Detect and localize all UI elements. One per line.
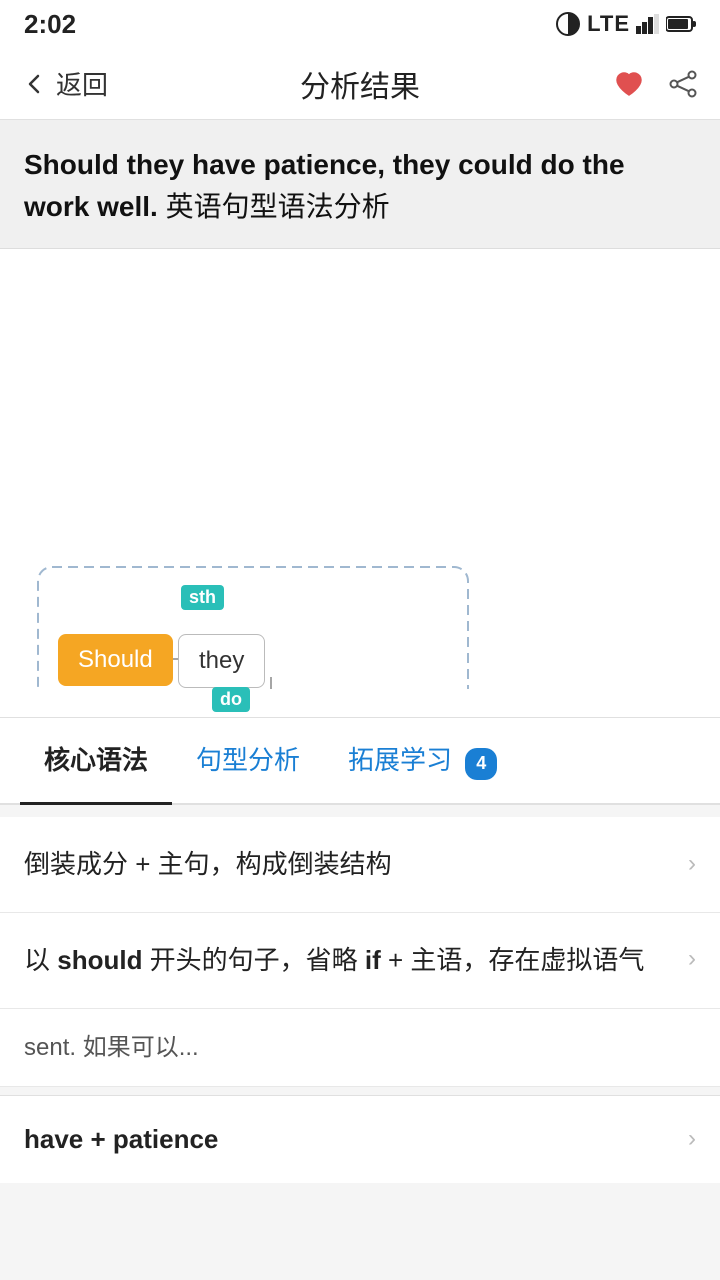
share-icon[interactable] bbox=[666, 67, 700, 101]
list-item-1[interactable]: 倒装成分 + 主句，构成倒装结构 › bbox=[0, 817, 720, 913]
battery-icon bbox=[666, 15, 696, 33]
tag-sth-1: sth bbox=[181, 585, 224, 610]
chevron-icon-2: › bbox=[688, 945, 696, 973]
list-item-2-text: 以 should 开头的句子，省略 if + 主语，存在虚拟语气 bbox=[24, 941, 676, 980]
list-item-2[interactable]: 以 should 开头的句子，省略 if + 主语，存在虚拟语气 › bbox=[0, 913, 720, 1009]
sub-item-1-text: sent. 如果可以... bbox=[24, 1034, 199, 1061]
nav-title: 分析结果 bbox=[300, 62, 420, 106]
nav-actions bbox=[612, 67, 700, 101]
lte-icon: LTE bbox=[587, 11, 630, 37]
diagram-container: sth Should they do sth have patience , w… bbox=[16, 269, 704, 689]
tab-core[interactable]: 核心语法 bbox=[20, 718, 172, 805]
status-bar: 2:02 LTE bbox=[0, 0, 720, 48]
signal-icon bbox=[636, 14, 660, 34]
sentence-suffix: 英语句型语法分析 bbox=[166, 191, 390, 222]
back-label: 返回 bbox=[56, 65, 108, 102]
tab-expand[interactable]: 拓展学习 4 bbox=[324, 718, 521, 805]
chevron-icon-3: › bbox=[688, 1125, 696, 1153]
tag-do: do bbox=[212, 687, 250, 712]
circle-half-icon bbox=[555, 11, 581, 37]
back-button[interactable]: 返回 bbox=[20, 65, 108, 102]
back-arrow-icon bbox=[20, 70, 48, 98]
node-they1: they bbox=[178, 634, 265, 688]
node-should: Should bbox=[58, 634, 173, 686]
favorite-icon[interactable] bbox=[612, 67, 646, 101]
chevron-icon-1: › bbox=[688, 850, 696, 878]
tab-expand-badge: 4 bbox=[465, 748, 497, 780]
sentence-header: Should they have patience, they could do… bbox=[0, 120, 720, 249]
bottom-card-text: have + patience bbox=[24, 1124, 218, 1155]
tabs: 核心语法 句型分析 拓展学习 4 bbox=[0, 718, 720, 805]
status-time: 2:02 bbox=[24, 9, 76, 40]
top-nav: 返回 分析结果 bbox=[0, 48, 720, 120]
list-item-1-text: 倒装成分 + 主句，构成倒装结构 bbox=[24, 845, 676, 884]
sub-item-1: sent. 如果可以... bbox=[0, 1009, 720, 1087]
status-icons: LTE bbox=[555, 11, 696, 37]
tab-sentence[interactable]: 句型分析 bbox=[172, 718, 324, 805]
diagram-area: sth Should they do sth have patience , w… bbox=[0, 249, 720, 718]
diagram-svg bbox=[16, 269, 704, 689]
bottom-card[interactable]: have + patience › bbox=[0, 1095, 720, 1183]
list-section: 倒装成分 + 主句，构成倒装结构 › 以 should 开头的句子，省略 if … bbox=[0, 817, 720, 1087]
